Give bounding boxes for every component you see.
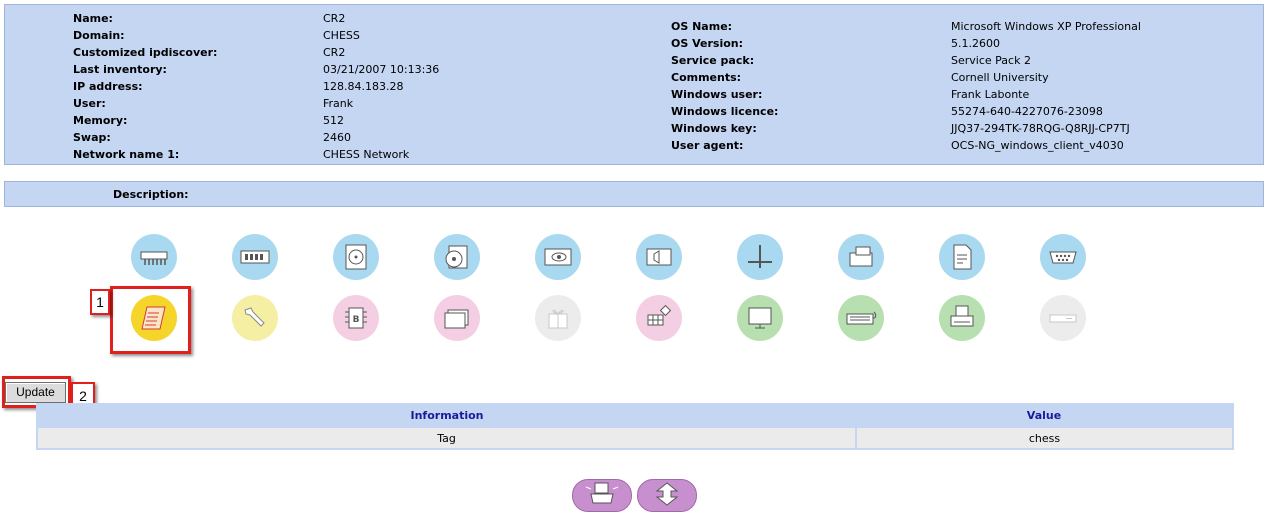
bios-icon[interactable]: B bbox=[333, 295, 379, 341]
print-icon bbox=[582, 481, 622, 510]
field-label: User agent: bbox=[671, 139, 744, 152]
sound-icon[interactable] bbox=[636, 234, 682, 280]
field-label: OS Name: bbox=[671, 20, 733, 33]
hard-drive-icon[interactable] bbox=[333, 234, 379, 280]
print-button[interactable] bbox=[572, 479, 632, 512]
field-label: User: bbox=[73, 97, 106, 110]
field-label: OS Version: bbox=[671, 37, 744, 50]
memory-slots-icon[interactable] bbox=[131, 234, 177, 280]
field-label: Name: bbox=[73, 12, 113, 25]
ports-icon[interactable] bbox=[1040, 234, 1086, 280]
callout-badge-1: 1 bbox=[90, 289, 110, 315]
field-label: Swap: bbox=[73, 131, 111, 144]
folders-icon[interactable] bbox=[434, 295, 480, 341]
cell-information: Tag bbox=[36, 426, 857, 450]
network-icon[interactable] bbox=[737, 234, 783, 280]
header-value: Value bbox=[856, 404, 1233, 427]
field-value: Frank bbox=[323, 97, 354, 110]
svg-text:B: B bbox=[353, 315, 360, 325]
field-value: CR2 bbox=[323, 46, 346, 59]
field-label: Comments: bbox=[671, 71, 742, 84]
field-label: IP address: bbox=[73, 80, 143, 93]
field-value: Service Pack 2 bbox=[951, 54, 1031, 67]
field-value: 03/21/2007 10:13:36 bbox=[323, 63, 440, 76]
field-value: Microsoft Windows XP Professional bbox=[951, 20, 1141, 33]
printer-icon[interactable] bbox=[939, 295, 985, 341]
computer-info-panel: Name: CR2 Domain: CHESS Customized ipdiscove… bbox=[4, 4, 1264, 165]
field-value: 128.84.183.28 bbox=[323, 80, 404, 93]
field-label: Network name 1: bbox=[73, 148, 180, 161]
description-bar: Description: bbox=[4, 181, 1264, 207]
field-label: Last inventory: bbox=[73, 63, 167, 76]
admin-wrench-icon[interactable] bbox=[232, 295, 278, 341]
storage-icon[interactable] bbox=[434, 234, 480, 280]
grid-icon[interactable] bbox=[636, 295, 682, 341]
field-label: Service pack: bbox=[671, 54, 755, 67]
video-card-icon[interactable] bbox=[535, 234, 581, 280]
field-value: 512 bbox=[323, 114, 344, 127]
field-value: CHESS Network bbox=[323, 148, 410, 161]
header-information: Information bbox=[37, 404, 856, 427]
update-button[interactable]: Update bbox=[5, 382, 66, 403]
ram-icon[interactable] bbox=[232, 234, 278, 280]
field-label: Windows licence: bbox=[671, 105, 779, 118]
field-label: Windows key: bbox=[671, 122, 757, 135]
callout-box-1 bbox=[110, 286, 191, 354]
modem-icon[interactable] bbox=[1040, 295, 1086, 341]
field-value: OCS-NG_windows_client_v4030 bbox=[951, 139, 1124, 152]
field-value: Cornell University bbox=[951, 71, 1049, 84]
field-label: Customized ipdiscover: bbox=[73, 46, 218, 59]
monitor-icon[interactable] bbox=[737, 295, 783, 341]
cell-value: chess bbox=[855, 426, 1234, 450]
field-value: 2460 bbox=[323, 131, 351, 144]
expand-icon bbox=[647, 481, 687, 510]
info-table: Information Value Tag chess bbox=[36, 403, 1234, 450]
field-value: CHESS bbox=[323, 29, 360, 42]
field-value: JJQ37-294TK-78RQG-Q8RJJ-CP7TJ bbox=[951, 122, 1130, 135]
description-label: Description: bbox=[113, 188, 189, 201]
drives-icon[interactable] bbox=[838, 234, 884, 280]
gift-icon[interactable] bbox=[535, 295, 581, 341]
field-value: 5.1.2600 bbox=[951, 37, 1000, 50]
keyboard-icon[interactable] bbox=[838, 295, 884, 341]
software-icon[interactable] bbox=[939, 234, 985, 280]
field-label: Memory: bbox=[73, 114, 128, 127]
expand-button[interactable] bbox=[637, 479, 697, 512]
table-row: Tag chess bbox=[36, 426, 1234, 450]
field-value: 55274-640-4227076-23098 bbox=[951, 105, 1103, 118]
field-label: Windows user: bbox=[671, 88, 763, 101]
field-label: Domain: bbox=[73, 29, 125, 42]
field-value: Frank Labonte bbox=[951, 88, 1030, 101]
field-value: CR2 bbox=[323, 12, 346, 25]
